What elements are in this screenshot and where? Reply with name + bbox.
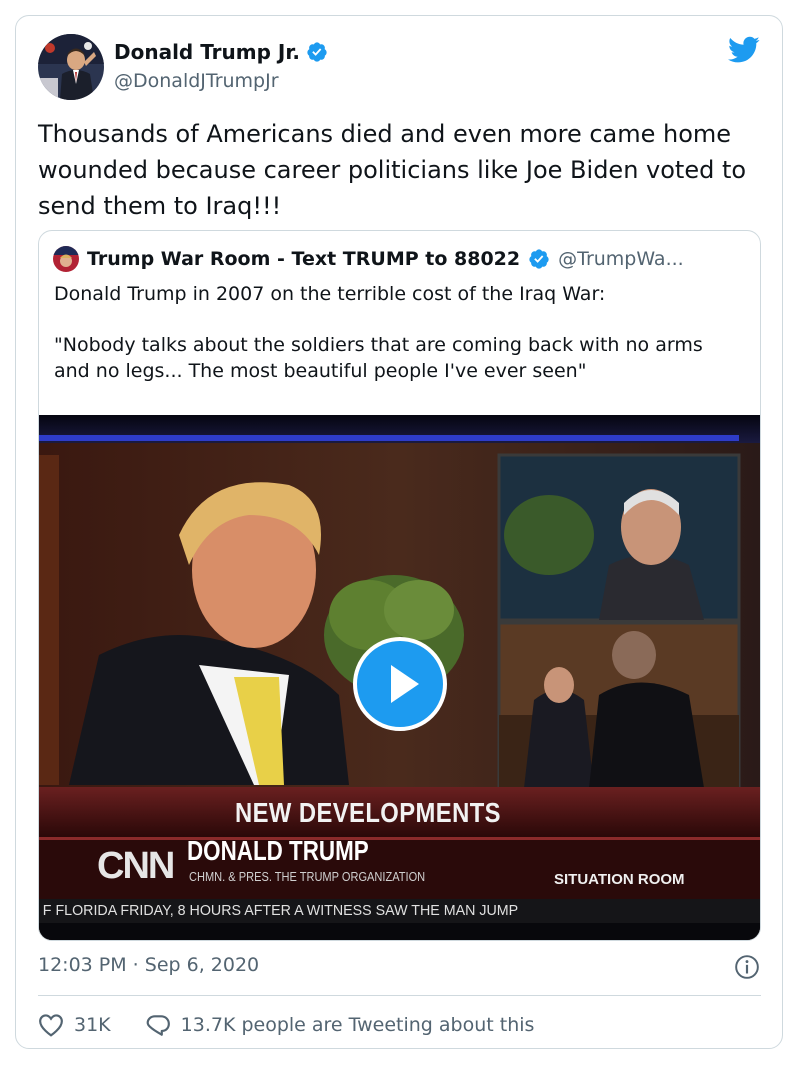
verified-badge-icon bbox=[529, 249, 549, 269]
quoted-author-name[interactable]: Trump War Room - Text TRUMP to 88022 bbox=[87, 248, 520, 270]
like-button[interactable]: 31K bbox=[38, 1013, 111, 1037]
author-name[interactable]: Donald Trump Jr. bbox=[114, 40, 300, 64]
quoted-text-quote: "Nobody talks about the soldiers that ar… bbox=[54, 334, 703, 382]
author-handle[interactable]: @DonaldJTrumpJr bbox=[114, 70, 279, 92]
people-tweeting-text: 13.7K people are Tweeting about this bbox=[180, 1014, 535, 1036]
play-button[interactable] bbox=[353, 637, 447, 731]
tweet-actions: 31K 13.7K people are Tweeting about this bbox=[38, 1010, 534, 1040]
video-player[interactable]: NEW DEVELOPMENTS CNN DONALD TRUMP CHMN. … bbox=[39, 415, 760, 940]
heart-icon bbox=[39, 1014, 63, 1037]
quoted-author-handle[interactable]: @TrumpWa... bbox=[558, 248, 684, 270]
divider bbox=[38, 995, 761, 996]
quoted-tweet-text: Donald Trump in 2007 on the terrible cos… bbox=[54, 281, 744, 409]
verified-badge-icon bbox=[307, 42, 327, 62]
author-avatar[interactable] bbox=[38, 34, 104, 100]
play-icon bbox=[391, 665, 419, 703]
tweet-card: Donald Trump Jr. @DonaldJTrumpJr Thousan… bbox=[15, 15, 783, 1049]
video-show-name: SITUATION ROOM bbox=[554, 871, 685, 888]
quoted-author-avatar[interactable] bbox=[53, 246, 79, 272]
twitter-bird-icon[interactable] bbox=[728, 36, 760, 64]
video-ticker: F FLORIDA FRIDAY, 8 HOURS AFTER A WITNES… bbox=[42, 902, 519, 919]
like-count: 31K bbox=[74, 1014, 111, 1036]
video-subtitle-caption: CHMN. & PRES. THE TRUMP ORGANIZATION bbox=[189, 869, 426, 884]
tweet-timestamp[interactable]: 12:03 PM · Sep 6, 2020 bbox=[38, 954, 259, 976]
people-tweeting-link[interactable]: 13.7K people are Tweeting about this bbox=[145, 1013, 535, 1037]
info-icon[interactable] bbox=[734, 954, 760, 980]
video-headline: NEW DEVELOPMENTS bbox=[235, 797, 501, 828]
reply-bubble-icon bbox=[146, 1015, 170, 1036]
tweet-text: Thousands of Americans died and even mor… bbox=[38, 120, 747, 220]
network-logo: CNN bbox=[97, 845, 175, 887]
author-name-row[interactable]: Donald Trump Jr. bbox=[114, 40, 328, 64]
video-name-caption: DONALD TRUMP bbox=[187, 835, 369, 866]
quoted-text-line: Donald Trump in 2007 on the terrible cos… bbox=[54, 283, 606, 305]
quoted-tweet-header[interactable]: Trump War Room - Text TRUMP to 88022 @Tr… bbox=[53, 245, 748, 273]
quoted-tweet[interactable]: Trump War Room - Text TRUMP to 88022 @Tr… bbox=[38, 230, 761, 941]
